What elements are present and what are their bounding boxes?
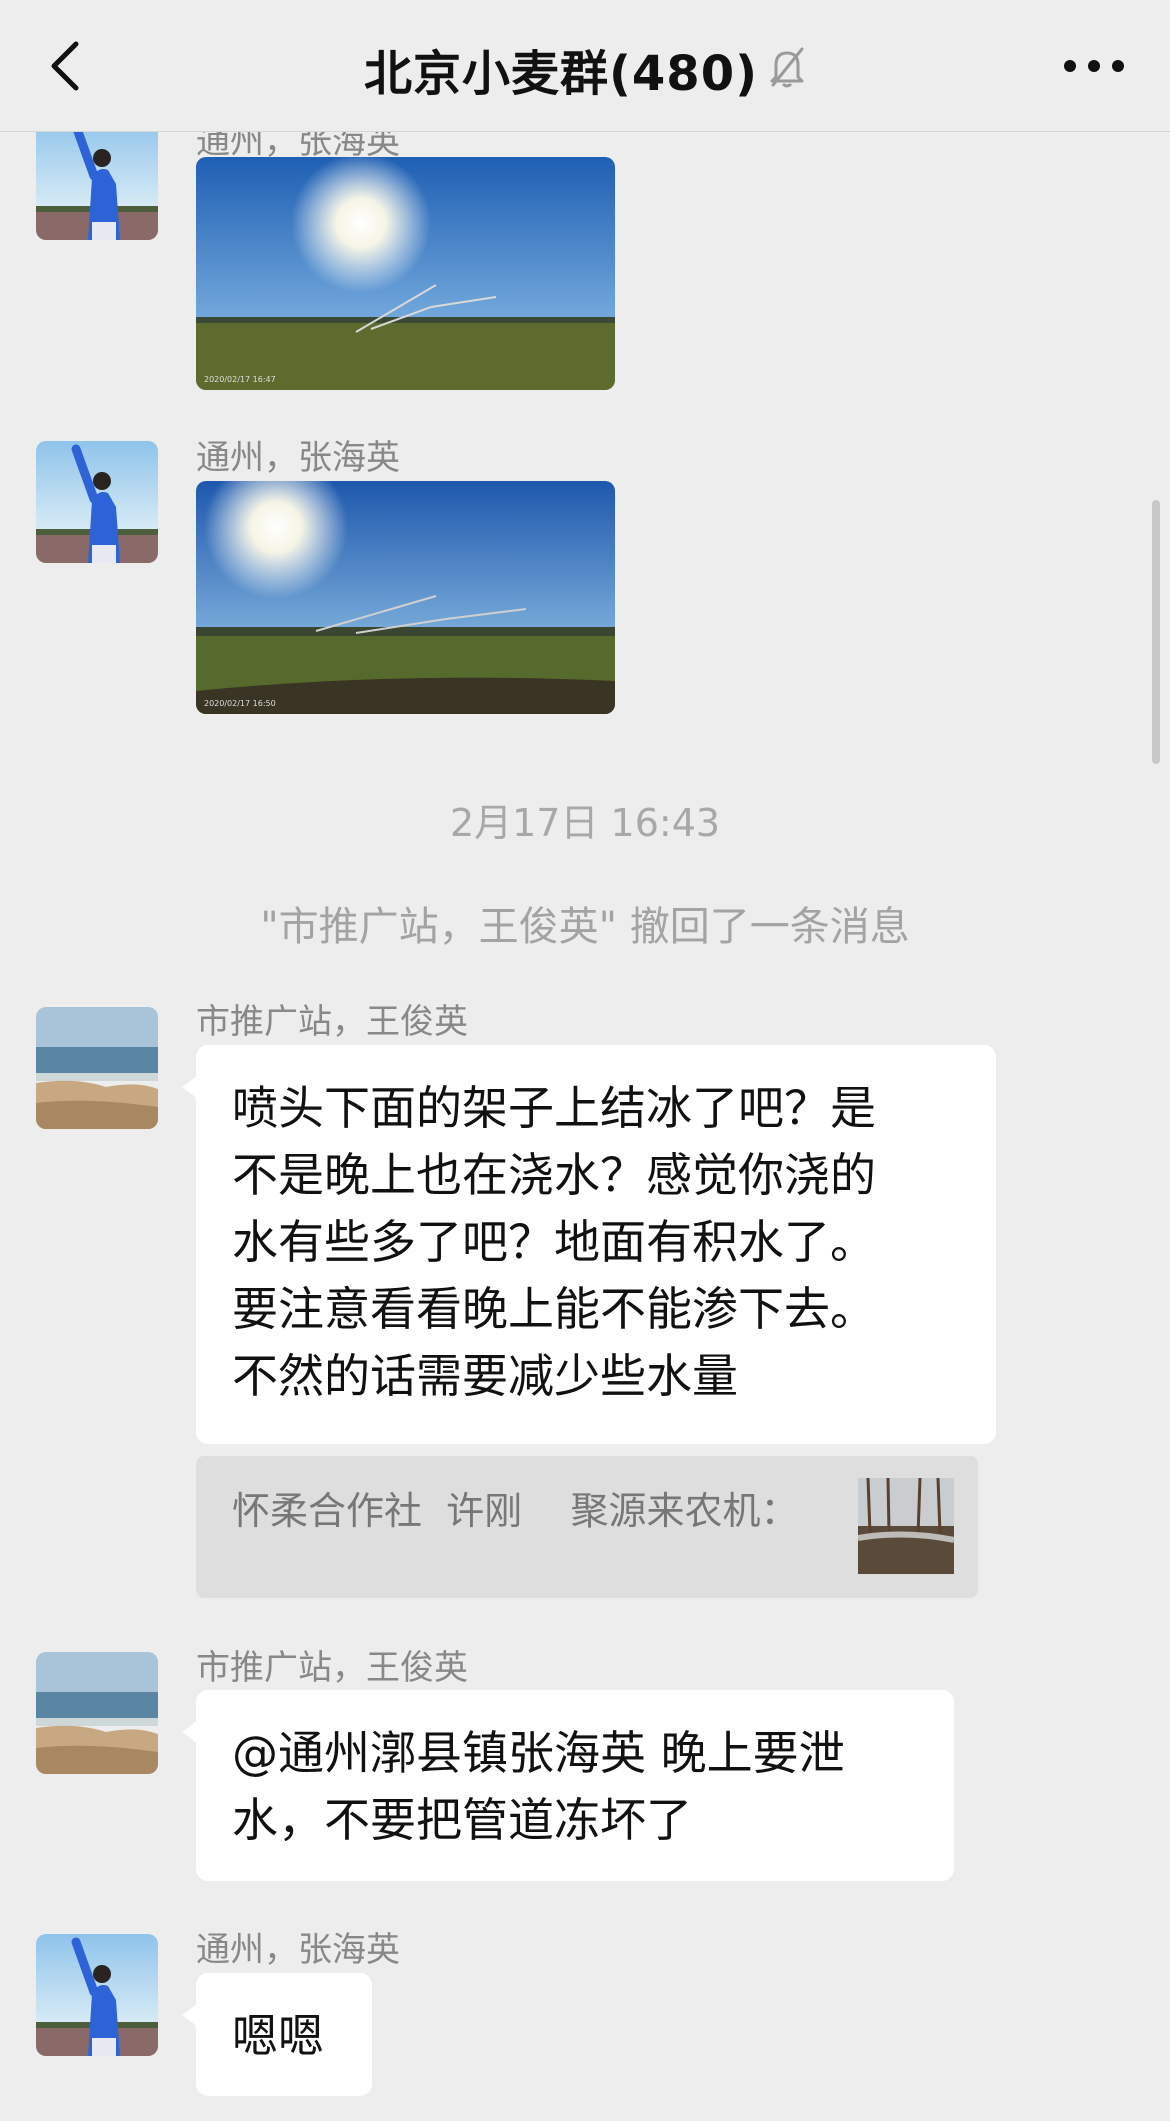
sender-name: 市推广站，王俊英 [196,1002,468,1042]
sender-name: 市推广站，王俊英 [196,1648,468,1688]
text-message-bubble[interactable]: 喷头下面的架子上结冰了吧？是 不是晚上也在浇水？感觉你浇的 水有些多了吧？地面有… [182,1045,996,1444]
avatar-zhang-haiying[interactable] [36,118,158,240]
scrollbar[interactable] [1152,500,1160,764]
text-message-bubble[interactable]: @通州漷县镇张海英 晚上要泄 水，不要把管道冻坏了 [182,1690,954,1881]
bell-slash-icon [768,45,806,93]
quoted-message-text: 怀柔合作社 许刚 聚源来农机： [232,1489,799,1533]
avatar-wang-junying[interactable] [36,1007,158,1129]
chat-message-list[interactable]: 通州，张海英 2020/02/17 16:47 通州，张海英 2020/02/1… [0,0,1170,2121]
avatar-zhang-haiying[interactable] [36,441,158,563]
avatar-wang-junying[interactable] [36,1652,158,1774]
chat-title-area[interactable]: 北京小麦群(480) [0,34,1170,104]
more-options-button[interactable] [1058,44,1130,88]
image-message[interactable]: 2020/02/17 16:47 [196,157,615,390]
more-dots-icon [1064,60,1124,72]
photo-caption: 2020/02/17 16:50 [204,699,276,708]
quoted-message[interactable]: 怀柔合作社 许刚 聚源来农机： [196,1456,978,1598]
recalled-message-notice: "市推广站，王俊英" 撤回了一条消息 [260,904,910,950]
text-message-bubble[interactable]: 嗯嗯 [182,1973,372,2096]
sender-name: 通州，张海英 [196,1930,400,1970]
avatar-zhang-haiying[interactable] [36,1934,158,2056]
quoted-image-thumbnail[interactable] [858,1478,954,1574]
message-timestamp: 2月17日 16:43 [449,801,721,845]
photo-caption: 2020/02/17 16:47 [204,375,276,384]
sender-name: 通州，张海英 [196,438,400,478]
chat-title: 北京小麦群(480) [363,46,759,102]
image-message[interactable]: 2020/02/17 16:50 [196,481,615,714]
chat-header: 北京小麦群(480) [0,0,1170,132]
